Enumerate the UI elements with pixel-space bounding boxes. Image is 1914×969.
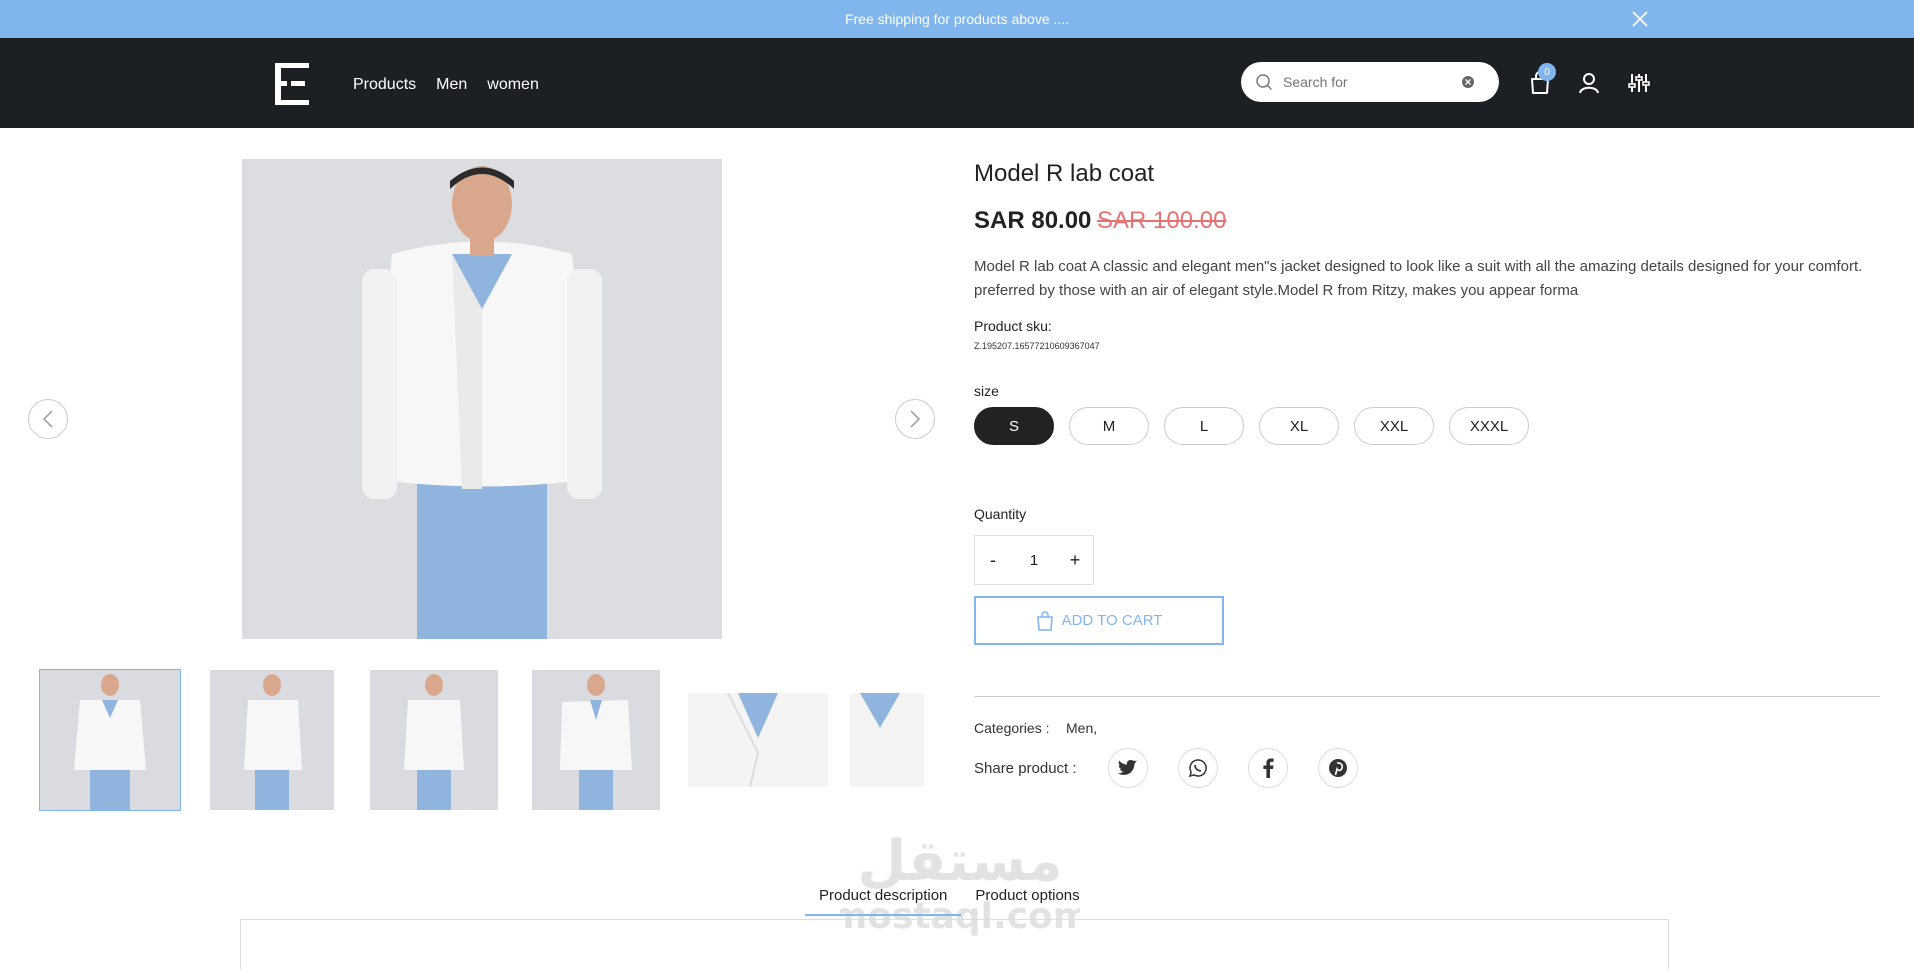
tab-product-description[interactable]: Product description <box>805 887 962 916</box>
chevron-left-icon <box>42 410 53 428</box>
quantity-label: Quantity <box>974 506 1027 522</box>
product-tabs: Product description Product options <box>805 887 1094 916</box>
site-header: Products Men women 0 <box>0 38 1914 128</box>
logo-icon[interactable] <box>275 63 309 105</box>
add-to-cart-button[interactable]: ADD TO CART <box>974 596 1224 645</box>
thumbnail-6[interactable] <box>850 693 924 787</box>
product-title: Model R lab coat <box>974 160 1155 187</box>
next-image-button[interactable] <box>895 399 935 439</box>
cart-count-badge: 0 <box>1538 63 1556 81</box>
divider <box>974 696 1880 697</box>
thumbnail-3[interactable] <box>370 670 498 810</box>
product-old-price: SAR 100.00 <box>1097 207 1227 234</box>
thumbnail-1[interactable] <box>39 669 181 811</box>
share-pinterest-button[interactable] <box>1318 748 1358 788</box>
svg-text:مستقل: مستقل <box>858 829 1063 894</box>
share-label: Share product : <box>974 760 1077 777</box>
search-icon[interactable] <box>1255 73 1273 91</box>
size-option-xl[interactable]: XL <box>1259 407 1339 445</box>
product-description: Model R lab coat A classic and elegant m… <box>974 258 1863 299</box>
size-option-s[interactable]: S <box>974 407 1054 445</box>
nav-products[interactable]: Products <box>353 76 416 94</box>
quantity-stepper: - 1 + <box>974 535 1094 585</box>
thumbnail-4[interactable] <box>532 670 660 810</box>
whatsapp-icon <box>1188 759 1207 778</box>
size-option-m[interactable]: M <box>1069 407 1149 445</box>
filter-icon[interactable] <box>1626 70 1652 96</box>
close-icon[interactable] <box>1630 9 1650 29</box>
search-box <box>1241 62 1499 102</box>
quantity-value[interactable]: 1 <box>1030 552 1038 569</box>
size-option-xxl[interactable]: XXL <box>1354 407 1434 445</box>
nav-men[interactable]: Men <box>436 76 467 94</box>
sku-value: Z.195207.16577210609367047 <box>974 341 1100 351</box>
clear-icon[interactable] <box>1461 75 1475 89</box>
thumbnail-5[interactable] <box>688 693 828 787</box>
search-input[interactable] <box>1283 74 1453 90</box>
announcement-bar: Free shipping for products above .... <box>0 0 1914 38</box>
product-price: SAR 80.00 <box>974 207 1092 234</box>
product-main-image <box>242 159 722 639</box>
twitter-icon <box>1118 760 1138 775</box>
tab-product-options[interactable]: Product options <box>961 887 1093 916</box>
quantity-plus-button[interactable]: + <box>1067 550 1083 571</box>
tab-panel <box>240 919 1669 969</box>
bag-icon <box>1036 610 1053 631</box>
categories-label: Categories : <box>974 720 1050 736</box>
main-nav: Products Men women <box>353 76 539 94</box>
quantity-minus-button[interactable]: - <box>985 550 1001 571</box>
user-icon[interactable] <box>1576 70 1602 96</box>
chevron-right-icon <box>910 410 921 428</box>
pinterest-icon <box>1329 759 1347 777</box>
nav-women[interactable]: women <box>487 76 539 94</box>
size-options: S M L XL XXL XXXL <box>974 407 1529 445</box>
share-facebook-button[interactable] <box>1248 748 1288 788</box>
categories-value[interactable]: Men, <box>1066 720 1097 736</box>
size-label: size <box>974 383 999 399</box>
share-whatsapp-button[interactable] <box>1178 748 1218 788</box>
announcement-text: Free shipping for products above .... <box>844 11 1070 27</box>
prev-image-button[interactable] <box>28 399 68 439</box>
share-twitter-button[interactable] <box>1108 748 1148 788</box>
size-option-xxxl[interactable]: XXXL <box>1449 407 1529 445</box>
sku-label: Product sku: <box>974 318 1052 334</box>
thumbnail-2[interactable] <box>210 670 334 810</box>
add-to-cart-label: ADD TO CART <box>1061 612 1163 629</box>
facebook-icon <box>1263 758 1274 778</box>
size-option-l[interactable]: L <box>1164 407 1244 445</box>
